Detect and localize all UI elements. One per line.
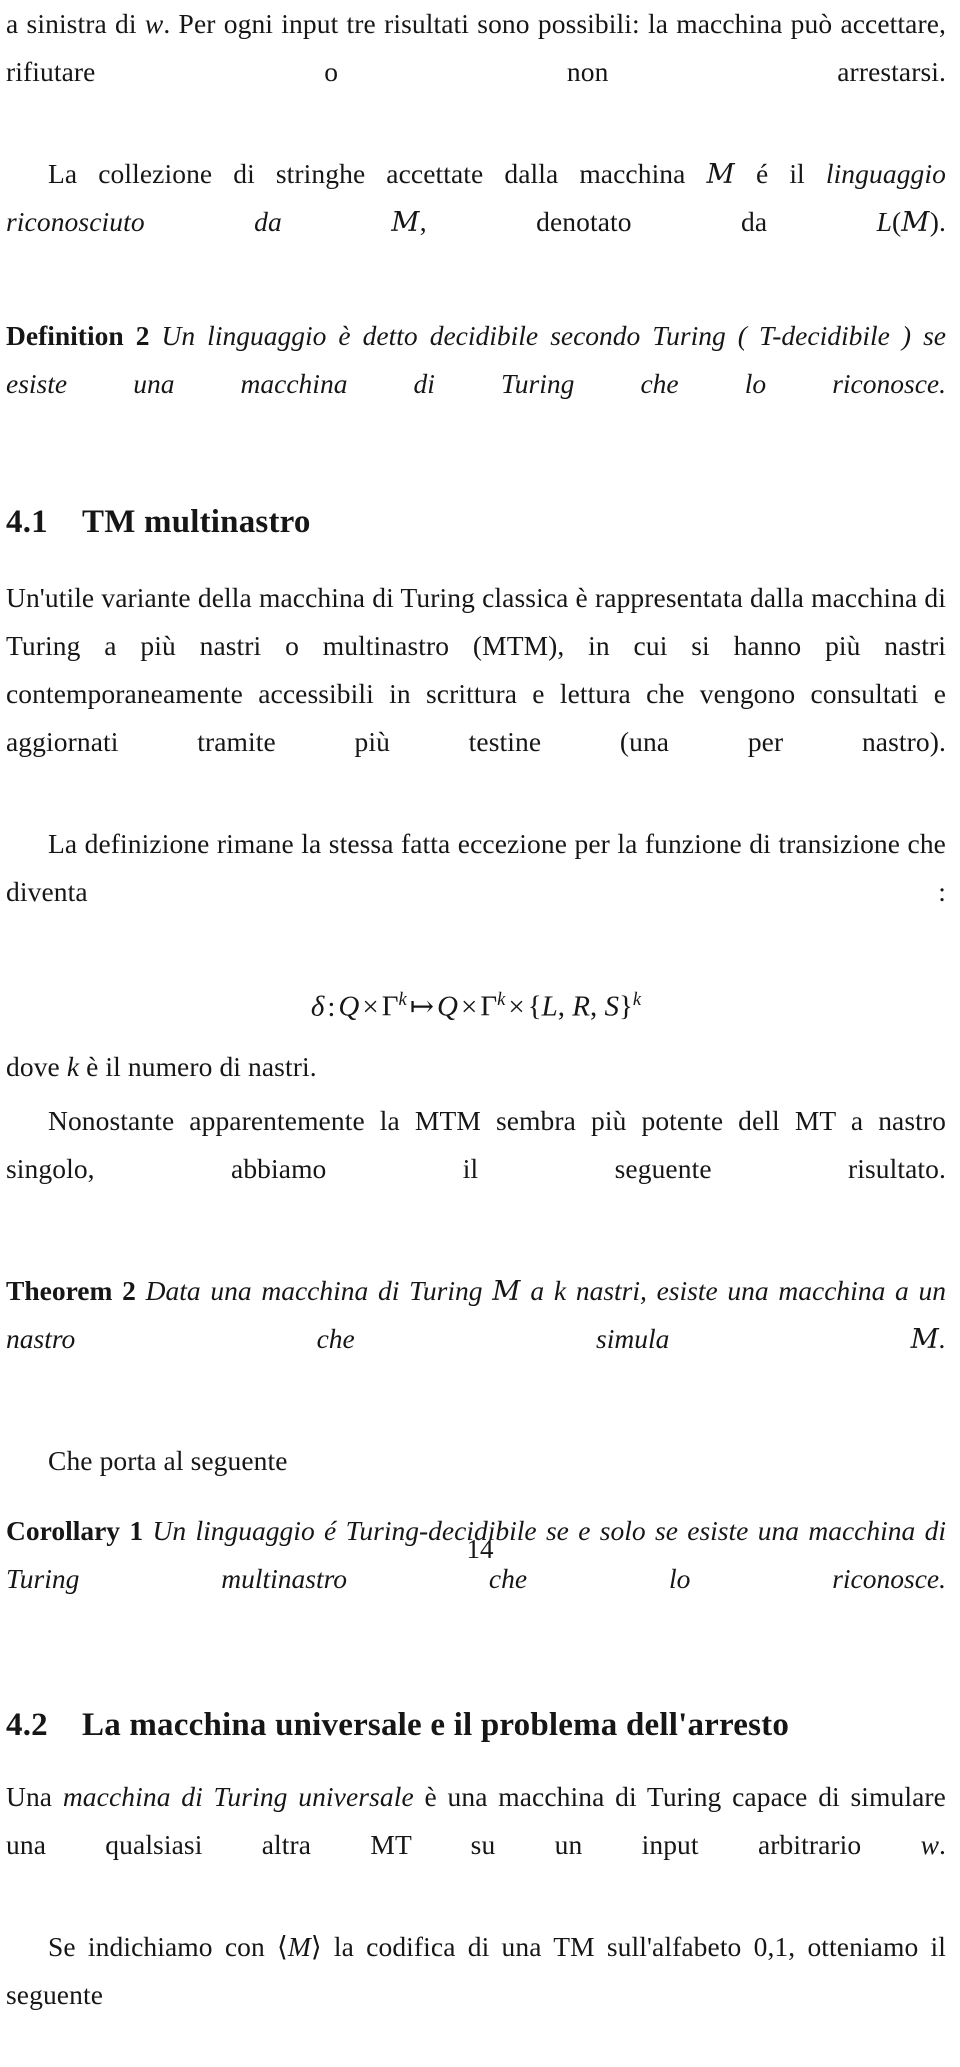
section-title: La macchina universale e il problema del… bbox=[82, 1706, 790, 1743]
math-angle-open: ⟨ bbox=[277, 1930, 288, 1962]
math-times: × bbox=[508, 990, 525, 1023]
theorem-body-text: Data una macchina di Turing bbox=[145, 1274, 493, 1306]
math-calligraphic-M: M bbox=[391, 206, 420, 238]
math-delta: δ bbox=[310, 990, 325, 1023]
theorem-body-text: . bbox=[939, 1322, 946, 1354]
document-page: a sinistra di w. Per ogni input tre risu… bbox=[0, 0, 960, 2010]
math-Q: Q bbox=[437, 990, 458, 1023]
math-Gamma: Γ bbox=[381, 990, 399, 1023]
paragraph-macchina-universale: Una macchina di Turing universale è una … bbox=[6, 1773, 946, 1917]
paragraph-nonostante: Nonostante apparentemente la MTM sembra … bbox=[6, 1104, 946, 1184]
math-R: R bbox=[572, 990, 590, 1023]
math-times: × bbox=[362, 990, 379, 1023]
text-run: é il bbox=[734, 158, 826, 189]
paragraph-che-porta: Che porta al seguente bbox=[48, 1444, 288, 1476]
theorem-2: Theorem 2 Data una macchina di Turing M … bbox=[6, 1267, 946, 1411]
paragraph-risultati: a sinistra di w. Per ogni input tre risu… bbox=[6, 0, 946, 144]
text-run: dove bbox=[6, 1050, 67, 1082]
theorem-body-text: a bbox=[520, 1274, 554, 1306]
math-calligraphic-M: M bbox=[492, 1274, 521, 1307]
section-number: 4.2 bbox=[6, 1706, 48, 1743]
math-variable-k: k bbox=[553, 1274, 567, 1306]
theorem-label: Theorem 2 bbox=[6, 1274, 136, 1306]
math-comma: , bbox=[589, 990, 598, 1023]
corollary-1: Corollary 1 Un linguaggio é Turing-decid… bbox=[6, 1507, 946, 1651]
paragraph-mtm: Un'utile variante della macchina di Turi… bbox=[6, 582, 946, 757]
math-colon: : bbox=[327, 990, 336, 1023]
text-run: è il numero di nastri. bbox=[79, 1050, 317, 1082]
section-heading-4-2: 4.2 La macchina universale e il problema … bbox=[6, 1703, 946, 1747]
emphasis-run: macchina di Turing universale bbox=[62, 1780, 414, 1812]
math-brace-close: } bbox=[618, 990, 633, 1023]
paragraph-linguaggio-riconosciuto: La collezione di stringhe accettate dall… bbox=[6, 150, 946, 294]
math-L: L bbox=[541, 990, 558, 1023]
math-variable-L: L bbox=[876, 206, 893, 237]
math-S: S bbox=[604, 990, 619, 1023]
math-exponent-k: k bbox=[632, 989, 642, 1010]
section-heading-4-1: 4.1 TM multinastro bbox=[6, 500, 946, 544]
section-number: 4.1 bbox=[6, 504, 48, 540]
math-calligraphic-M: M bbox=[901, 206, 930, 238]
math-angle-close: ⟩ bbox=[310, 1930, 322, 1962]
definition-label: Definition 2 bbox=[6, 320, 150, 351]
text-run: a sinistra di bbox=[6, 8, 145, 39]
math-comma: , bbox=[557, 990, 566, 1023]
text-run: Se indichiamo con bbox=[48, 1930, 278, 1962]
math-Q: Q bbox=[338, 990, 360, 1023]
math-exponent-k: k bbox=[398, 989, 407, 1010]
math-calligraphic-M: M bbox=[706, 158, 735, 190]
paragraph-codifica: Se indichiamo con ⟨M⟩ la codifica di una… bbox=[6, 1923, 946, 2067]
math-mapsto: ↦ bbox=[409, 990, 435, 1023]
math-times: × bbox=[460, 990, 478, 1023]
text-run: La collezione di stringhe accettate dall… bbox=[48, 158, 707, 189]
paragraph-dove-k: dove k è il numero di nastri. bbox=[6, 1043, 946, 1091]
math-variable-w: w bbox=[920, 1828, 940, 1860]
paragraph-definizione-transizione: La definizione rimane la stessa fatta ec… bbox=[6, 828, 946, 907]
equation-transition-function: δ: Q × Γk ↦ Q × Γk × {L, R, S}k bbox=[6, 974, 946, 1033]
text-run: . bbox=[939, 1828, 946, 1860]
math-Gamma: Γ bbox=[480, 990, 498, 1023]
math-variable-M: M bbox=[287, 1930, 311, 1962]
math-variable-k: k bbox=[66, 1050, 80, 1082]
text-run: ). bbox=[929, 206, 946, 237]
text-run: ( bbox=[892, 206, 902, 237]
text-run: , denotato da bbox=[419, 206, 877, 237]
math-brace-open: { bbox=[527, 990, 542, 1023]
math-variable-w: w bbox=[144, 8, 164, 39]
page-number: 14 bbox=[466, 1534, 494, 1564]
definition-2: Definition 2 Un linguaggio è detto decid… bbox=[6, 312, 946, 456]
math-calligraphic-M: M bbox=[910, 1322, 940, 1355]
text-run: Una bbox=[6, 1780, 63, 1812]
theorem-body: Data una macchina di Turing M a k nastri… bbox=[6, 1274, 946, 1355]
section-title: TM multinastro bbox=[82, 504, 311, 540]
